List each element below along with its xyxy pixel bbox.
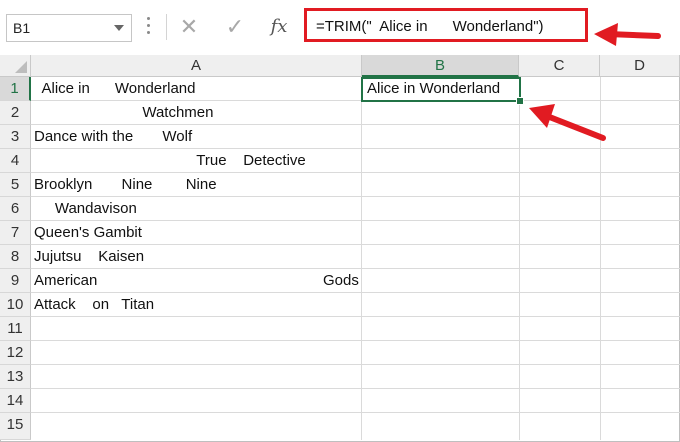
gridline <box>31 388 680 389</box>
row-header-2[interactable]: 2 <box>0 101 31 125</box>
column-header-b[interactable]: B <box>362 55 519 77</box>
cell-a7[interactable]: Queen's Gambit <box>34 221 142 245</box>
row-header-14[interactable]: 14 <box>0 389 31 413</box>
gridline <box>361 77 362 440</box>
row-header-9[interactable]: 9 <box>0 269 31 293</box>
cell-a4[interactable]: True Detective <box>34 149 306 173</box>
gridline <box>31 340 680 341</box>
select-all-corner[interactable] <box>0 55 31 77</box>
cell-a9[interactable]: American <box>34 269 97 293</box>
selected-cell-border <box>361 77 521 102</box>
row-header-7[interactable]: 7 <box>0 221 31 245</box>
formula-buttons: ✕ ✓ fx <box>166 14 301 40</box>
name-box-value: B1 <box>13 20 31 36</box>
cell-a3[interactable]: Dance with the Wolf <box>34 125 192 149</box>
row-header-6[interactable]: 6 <box>0 197 31 221</box>
formula-bar-area: B1 ✕ ✓ fx =TRIM(" Alice in Wonderland") <box>0 0 680 55</box>
row-header-15[interactable]: 15 <box>0 413 31 440</box>
row-header-1[interactable]: 1 <box>0 77 31 101</box>
row-header-4[interactable]: 4 <box>0 149 31 173</box>
cell-a9-trailing: Gods <box>323 272 359 289</box>
row-header-13[interactable]: 13 <box>0 365 31 389</box>
cell-a5[interactable]: Brooklyn Nine Nine <box>34 173 217 197</box>
row-header-11[interactable]: 11 <box>0 317 31 341</box>
row-header-5[interactable]: 5 <box>0 173 31 197</box>
cell-a6[interactable]: Wandavison <box>34 197 137 221</box>
insert-function-icon[interactable]: fx <box>265 14 293 40</box>
chevron-down-icon[interactable] <box>114 25 124 31</box>
enter-check-icon[interactable]: ✓ <box>221 14 249 40</box>
annotation-arrow-cell <box>529 104 606 141</box>
gridline <box>31 364 680 365</box>
row-header-12[interactable]: 12 <box>0 341 31 365</box>
more-dots-icon <box>147 17 151 39</box>
formula-text: =TRIM(" Alice in Wonderland") <box>316 18 544 35</box>
cancel-icon[interactable]: ✕ <box>175 14 203 40</box>
formula-input[interactable]: =TRIM(" Alice in Wonderland") <box>304 8 588 42</box>
column-header-d[interactable]: D <box>600 55 680 77</box>
cell-a2[interactable]: Watchmen <box>34 101 213 125</box>
row-header-8[interactable]: 8 <box>0 245 31 269</box>
column-header-c[interactable]: C <box>519 55 600 77</box>
cell-a1[interactable]: Alice in Wonderland <box>34 77 196 101</box>
row-header-10[interactable]: 10 <box>0 293 31 317</box>
cell-a10[interactable]: Attack on Titan <box>34 293 154 317</box>
column-header-a[interactable]: A <box>31 55 362 77</box>
name-box[interactable]: B1 <box>6 14 132 42</box>
annotation-arrow-formula <box>594 23 661 46</box>
cell-a8[interactable]: Jujutsu Kaisen <box>34 245 144 269</box>
gridline <box>31 412 680 413</box>
gridline <box>519 77 520 440</box>
fill-handle[interactable] <box>516 97 524 105</box>
row-header-3[interactable]: 3 <box>0 125 31 149</box>
